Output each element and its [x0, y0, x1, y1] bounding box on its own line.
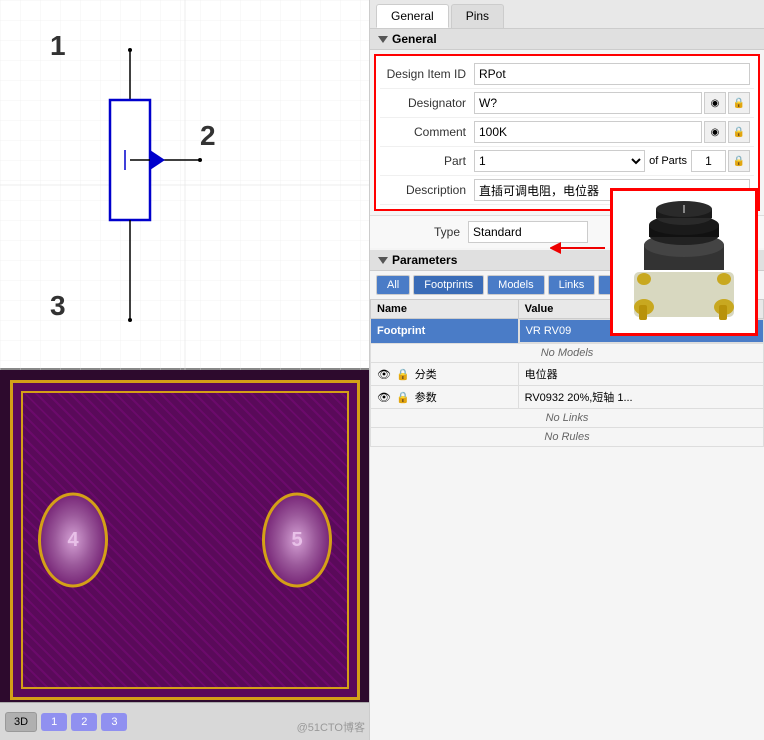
eye-icon: ◉ — [711, 98, 720, 109]
watermark: @51CTO博客 — [297, 719, 365, 735]
table-row-no-models: No Models — [371, 344, 764, 363]
table-row-no-links: No Links — [371, 409, 764, 428]
tabs-bar: General Pins — [370, 0, 764, 29]
right-panel: General Pins General Design Item ID Desi… — [370, 0, 764, 740]
comment-input[interactable] — [474, 121, 702, 143]
description-label: Description — [384, 183, 474, 197]
category-name-cell: 👁 🔒 分类 — [371, 363, 519, 386]
col-name-header: Name — [371, 300, 519, 319]
component-3d-svg — [619, 197, 749, 327]
type-label: Type — [378, 225, 468, 239]
category-value-cell: 电位器 — [518, 363, 763, 386]
part-actions: 🔒 — [728, 150, 750, 172]
params-value-cell: RV0932 20%,短轴 1... — [518, 386, 763, 409]
tab-pins[interactable]: Pins — [451, 4, 504, 28]
params-btn-models[interactable]: Models — [487, 275, 544, 295]
pcb-tab-3[interactable]: 3 — [101, 713, 127, 731]
pcb-view: 4 5 3D 1 2 3 @51CTO博客 — [0, 370, 370, 740]
parameters-section-title: Parameters — [392, 253, 457, 267]
schematic-view: 1 2 3 — [0, 0, 370, 370]
table-row-category: 👁 🔒 分类 电位器 — [371, 363, 764, 386]
component-3d-preview — [610, 188, 758, 336]
tab-general[interactable]: General — [376, 4, 449, 28]
triangle-down-icon2 — [378, 257, 388, 264]
designator-eye-btn[interactable]: ◉ — [704, 92, 726, 114]
designator-row: Designator ◉ 🔒 — [380, 89, 754, 118]
no-links-cell: No Links — [371, 409, 764, 428]
lock-icon: 🔒 — [733, 98, 745, 109]
designator-lock-btn[interactable]: 🔒 — [728, 92, 750, 114]
pcb-tab-2[interactable]: 2 — [71, 713, 97, 731]
pcb-tab-3d[interactable]: 3D — [5, 712, 37, 732]
params-btn-all[interactable]: All — [376, 275, 410, 295]
part-lock-btn[interactable]: 🔒 — [728, 150, 750, 172]
part-row: Part 1 of Parts 🔒 — [380, 147, 754, 176]
pcb-inner: 4 5 — [21, 391, 349, 689]
table-row-no-rules: No Rules — [371, 428, 764, 447]
schematic-label-1: 1 — [50, 30, 66, 62]
comment-lock-btn[interactable]: 🔒 — [728, 121, 750, 143]
pcb-tab-1[interactable]: 1 — [41, 713, 67, 731]
part-label: Part — [384, 154, 474, 168]
designator-actions: ◉ 🔒 — [704, 92, 750, 114]
arrow-indicator — [550, 233, 610, 266]
design-item-id-input[interactable] — [474, 63, 750, 85]
designator-input[interactable] — [474, 92, 702, 114]
of-parts-label: of Parts — [649, 155, 687, 167]
no-models-cell: No Models — [371, 344, 764, 363]
lock-icon3: 🔒 — [733, 156, 745, 167]
lock-icon2: 🔒 — [733, 127, 745, 138]
pcb-pad-left: 4 — [38, 493, 108, 588]
design-item-id-row: Design Item ID — [380, 60, 754, 89]
general-section-header: General — [370, 29, 764, 50]
parts-num-input[interactable] — [691, 150, 726, 172]
left-panel: 1 2 3 4 5 3D 1 2 3 @51CTO博客 — [0, 0, 370, 740]
part-select[interactable]: 1 — [474, 150, 645, 172]
footprint-name-cell: Footprint — [371, 319, 519, 344]
comment-eye-btn[interactable]: ◉ — [704, 121, 726, 143]
designator-label: Designator — [384, 96, 474, 110]
eye-icon2: ◉ — [711, 127, 720, 138]
triangle-down-icon — [378, 36, 388, 43]
no-rules-cell: No Rules — [371, 428, 764, 447]
pcb-board: 4 5 — [10, 380, 360, 700]
general-section-title: General — [392, 32, 437, 46]
design-item-id-label: Design Item ID — [384, 67, 474, 81]
schematic-label-2: 2 — [200, 120, 216, 152]
params-name-cell: 👁 🔒 参数 — [371, 386, 519, 409]
params-btn-footprints[interactable]: Footprints — [413, 275, 484, 295]
params-btn-links[interactable]: Links — [548, 275, 596, 295]
pcb-pad-right: 5 — [262, 493, 332, 588]
table-row-params: 👁 🔒 参数 RV0932 20%,短轴 1... — [371, 386, 764, 409]
comment-actions: ◉ 🔒 — [704, 121, 750, 143]
comment-label: Comment — [384, 125, 474, 139]
pad-label-right: 5 — [265, 529, 329, 552]
pad-label-left: 4 — [41, 529, 105, 552]
comment-row: Comment ◉ 🔒 — [380, 118, 754, 147]
schematic-label-3: 3 — [50, 290, 66, 322]
